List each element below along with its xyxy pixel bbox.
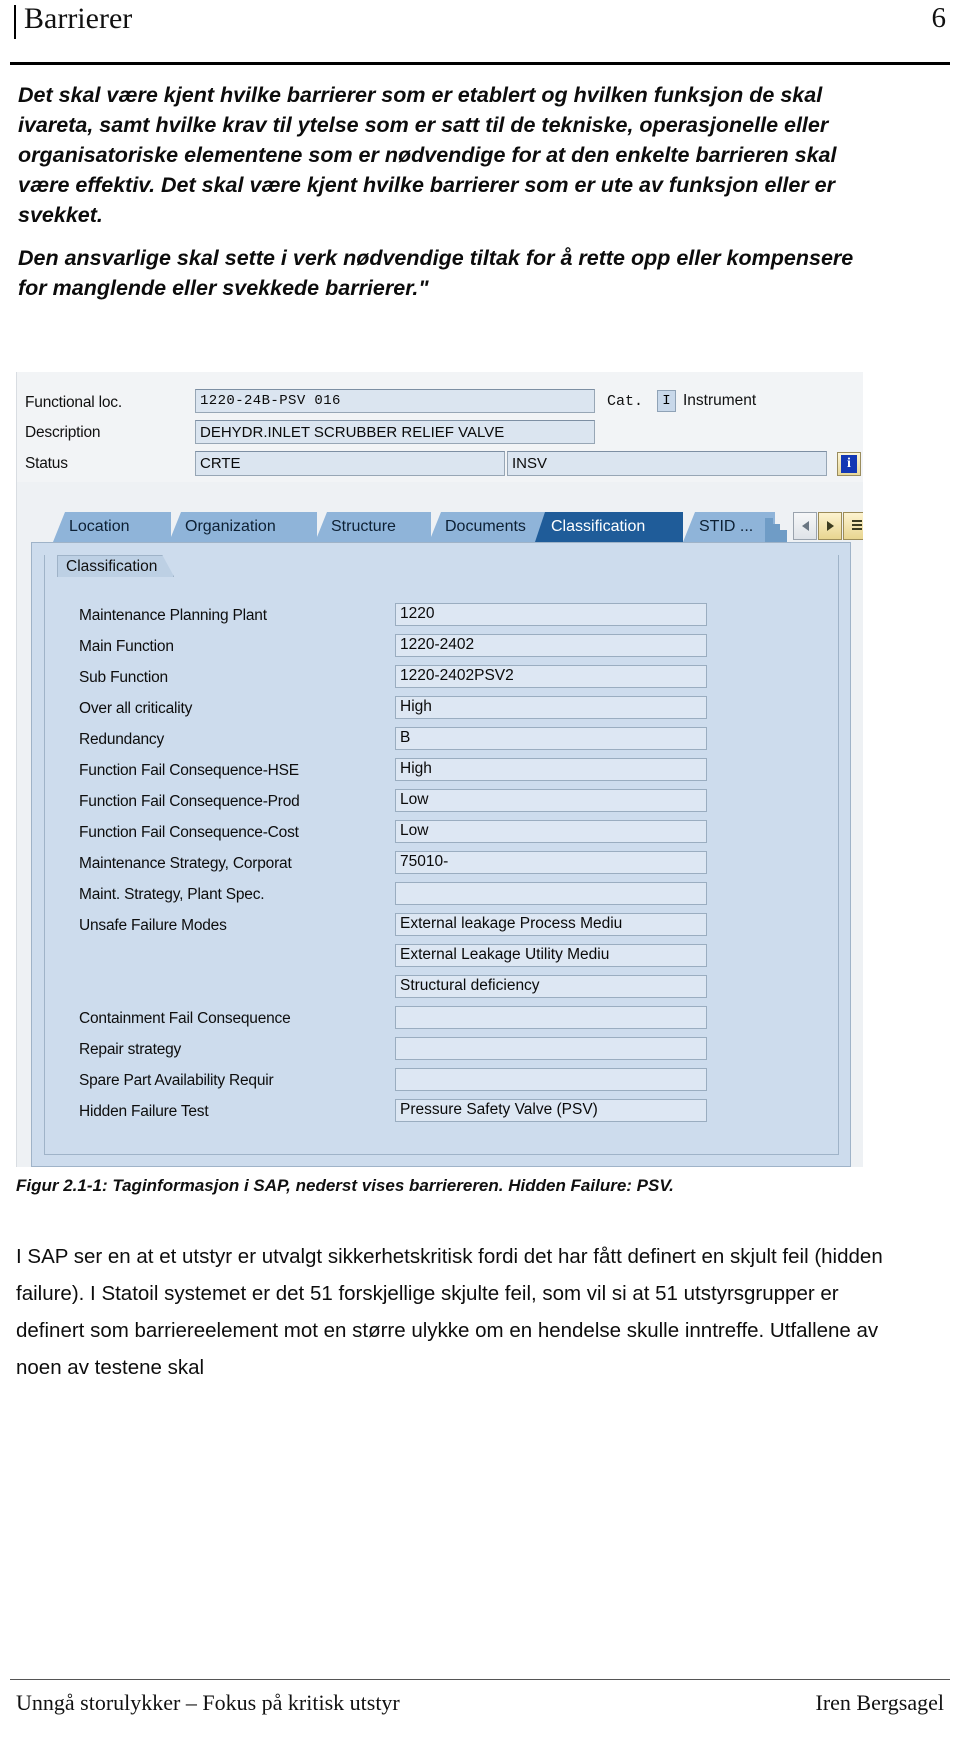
tab-list-icon[interactable] xyxy=(843,512,863,540)
body-paragraph: I SAP ser en at et utstyr er utvalgt sik… xyxy=(16,1245,883,1379)
figure-caption: Figur 2.1-1: Taginformasjon i SAP, neder… xyxy=(16,1176,674,1195)
quote-paragraph-1: Det skal være kjent hvilke barrierer som… xyxy=(18,83,837,227)
tab-organization[interactable]: Organization xyxy=(169,512,317,542)
row-value-sub-function[interactable]: 1220-2402PSV2 xyxy=(395,665,707,688)
row-value-maint-strategy-plant[interactable] xyxy=(395,882,707,905)
row-label-sub-function: Sub Function xyxy=(79,669,168,686)
row-label-main-function: Main Function xyxy=(79,638,174,655)
status-input-1[interactable]: CRTE xyxy=(195,451,505,476)
classification-panel: Classification Maintenance Planning Plan… xyxy=(31,542,851,1167)
row-label-hidden-failure-test: Hidden Failure Test xyxy=(79,1103,209,1120)
page-title: Barrierer xyxy=(24,2,133,35)
footer-left-text: Unngå storulykker – Fokus på kritisk uts… xyxy=(16,1690,400,1715)
row-value-unsafe-failure-mode-3[interactable]: Structural deficiency xyxy=(395,975,707,998)
row-label-over-all-criticality: Over all criticality xyxy=(79,700,193,717)
row-value-repair-strategy[interactable] xyxy=(395,1037,707,1060)
header-rule-left xyxy=(14,5,16,39)
row-label-ffc-cost: Function Fail Consequence-Cost xyxy=(79,824,299,841)
prev-arrow-icon[interactable] xyxy=(793,512,817,540)
tab-stid[interactable]: STID ... xyxy=(683,512,775,542)
tab-structure[interactable]: Structure xyxy=(315,512,431,542)
footer-right-text: Iren Bergsagel xyxy=(815,1690,945,1715)
page-header: Barrierer 6 xyxy=(0,0,960,46)
row-value-ffc-prod[interactable]: Low xyxy=(395,789,707,812)
row-value-main-function[interactable]: 1220-2402 xyxy=(395,634,707,657)
row-label-spare-part-availability: Spare Part Availability Requir xyxy=(79,1072,274,1089)
row-label-containment-fail-consequence: Containment Fail Consequence xyxy=(79,1010,291,1027)
category-text: Instrument xyxy=(683,392,757,409)
row-value-ffc-hse[interactable]: High xyxy=(395,758,707,781)
tab-overflow-stack[interactable] xyxy=(765,518,787,542)
row-value-hidden-failure-test[interactable]: Pressure Safety Valve (PSV) xyxy=(395,1099,707,1122)
row-label-ffc-prod: Function Fail Consequence-Prod xyxy=(79,793,300,810)
classification-groupbox: Classification Maintenance Planning Plan… xyxy=(44,555,839,1155)
description-input[interactable]: DEHYDR.INLET SCRUBBER RELIEF VALVE xyxy=(195,420,595,444)
row-value-unsafe-failure-mode-2[interactable]: External Leakage Utility Mediu xyxy=(395,944,707,967)
row-label-repair-strategy: Repair strategy xyxy=(79,1041,182,1058)
tab-classification[interactable]: Classification xyxy=(535,512,683,542)
row-value-spare-part-availability[interactable] xyxy=(395,1068,707,1091)
category-label: Cat. xyxy=(607,393,644,410)
row-label-ffc-hse: Function Fail Consequence-HSE xyxy=(79,762,299,779)
footer-divider xyxy=(10,1679,950,1680)
document-page: Barrierer 6 Det skal være kjent hvilke b… xyxy=(0,0,960,1738)
page-number: 6 xyxy=(931,2,947,34)
status-label: Status xyxy=(25,455,68,472)
status-input-2[interactable]: INSV xyxy=(507,451,827,476)
sap-screenshot: Functional loc. 1220-24B-PSV 016 Cat. I … xyxy=(16,372,863,1167)
row-value-over-all-criticality[interactable]: High xyxy=(395,696,707,719)
functional-loc-input[interactable]: 1220-24B-PSV 016 xyxy=(195,389,595,413)
header-divider xyxy=(10,62,950,65)
functional-loc-label: Functional loc. xyxy=(25,394,122,411)
tab-strip: Location Organization Structure Document… xyxy=(17,512,863,544)
next-arrow-icon[interactable] xyxy=(818,512,842,540)
row-value-ffc-cost[interactable]: Low xyxy=(395,820,707,843)
row-value-maint-strategy-corporate[interactable]: 75010- xyxy=(395,851,707,874)
info-icon-button[interactable]: i xyxy=(837,452,861,476)
sap-header-area: Functional loc. 1220-24B-PSV 016 Cat. I … xyxy=(17,372,863,482)
row-label-redundancy: Redundancy xyxy=(79,731,165,748)
row-value-containment-fail-consequence[interactable] xyxy=(395,1006,707,1029)
quote-paragraph-2: Den ansvarlige skal sette i verk nødvend… xyxy=(18,246,854,300)
info-icon: i xyxy=(841,455,857,473)
description-label: Description xyxy=(25,424,101,441)
row-label-maintenance-planning-plant: Maintenance Planning Plant xyxy=(79,607,267,624)
row-label-maint-strategy-corporate: Maintenance Strategy, Corporat xyxy=(79,855,292,872)
row-label-maint-strategy-plant: Maint. Strategy, Plant Spec. xyxy=(79,886,265,903)
row-value-unsafe-failure-mode-1[interactable]: External leakage Process Mediu xyxy=(395,913,707,936)
category-code-input[interactable]: I xyxy=(657,390,676,412)
row-value-redundancy[interactable]: B xyxy=(395,727,707,750)
groupbox-title: Classification xyxy=(57,555,174,577)
row-value-maintenance-planning-plant[interactable]: 1220 xyxy=(395,603,707,626)
tab-location[interactable]: Location xyxy=(53,512,171,542)
row-label-unsafe-failure-modes: Unsafe Failure Modes xyxy=(79,917,227,934)
